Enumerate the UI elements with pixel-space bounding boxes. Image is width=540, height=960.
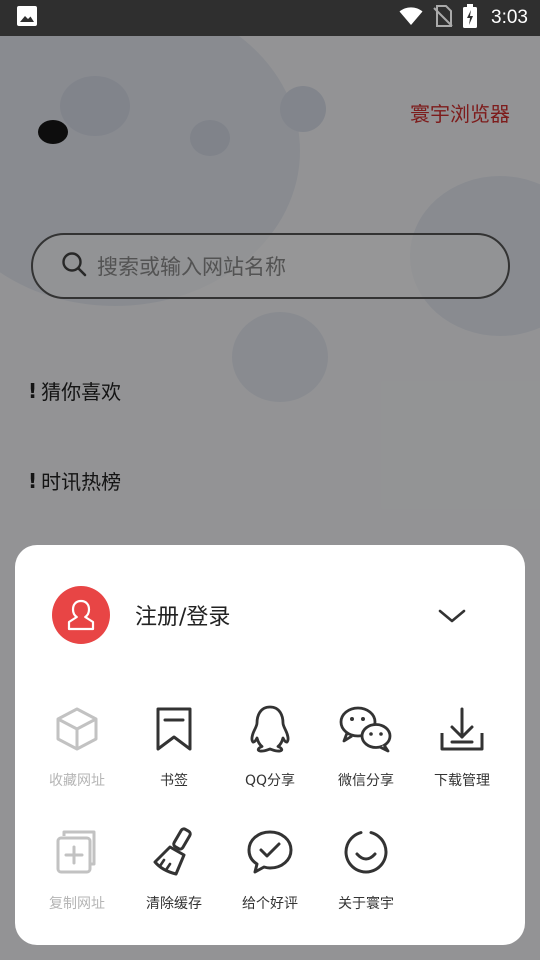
- status-time: 3:03: [491, 7, 528, 28]
- download-icon: [434, 701, 490, 757]
- download-manager-label: 下载管理: [434, 773, 490, 789]
- qq-share-label: QQ分享: [244, 773, 296, 789]
- rating-icon: [242, 824, 298, 880]
- copy-icon: [49, 824, 105, 880]
- wechat-share-label: 微信分享: [338, 773, 394, 789]
- qq-share-button[interactable]: QQ分享: [222, 701, 318, 801]
- login-row[interactable]: 注册/登录: [52, 586, 472, 644]
- rate-us-label: 给个好评: [242, 896, 298, 912]
- clear-cache-button[interactable]: 清除缓存: [126, 824, 222, 924]
- avatar[interactable]: [52, 586, 110, 644]
- clear-cache-label: 清除缓存: [146, 896, 202, 912]
- copy-url-label: 复制网址: [49, 896, 105, 912]
- wechat-share-button[interactable]: 微信分享: [318, 701, 414, 801]
- battery-charging-icon: [463, 4, 478, 32]
- no-sim-icon: [433, 5, 453, 31]
- favorite-url-button[interactable]: 收藏网址: [29, 701, 125, 801]
- about-label: 关于寰宇: [338, 896, 394, 912]
- menu-sheet: 注册/登录 收藏网址 书签 QQ分享 微信分享 下载管理 复制网址 清除缓存 给…: [15, 545, 525, 945]
- wechat-icon: [338, 701, 394, 757]
- wifi-icon: [399, 6, 423, 30]
- chevron-down-icon[interactable]: [437, 601, 467, 631]
- rate-us-button[interactable]: 给个好评: [222, 824, 318, 924]
- user-icon: [67, 599, 95, 631]
- status-bar: 3:03: [0, 0, 540, 36]
- bookmarks-label: 书签: [160, 773, 188, 789]
- smile-icon: [338, 824, 394, 880]
- copy-url-button[interactable]: 复制网址: [29, 824, 125, 924]
- bookmark-icon: [146, 701, 202, 757]
- download-manager-button[interactable]: 下载管理: [414, 701, 510, 801]
- broom-icon: [146, 824, 202, 880]
- gallery-notification-icon: [16, 5, 38, 31]
- cube-icon: [49, 701, 105, 757]
- login-label[interactable]: 注册/登录: [135, 599, 230, 631]
- favorite-url-label: 收藏网址: [49, 773, 105, 789]
- about-button[interactable]: 关于寰宇: [318, 824, 414, 924]
- qq-icon: [242, 701, 298, 757]
- bookmarks-button[interactable]: 书签: [126, 701, 222, 801]
